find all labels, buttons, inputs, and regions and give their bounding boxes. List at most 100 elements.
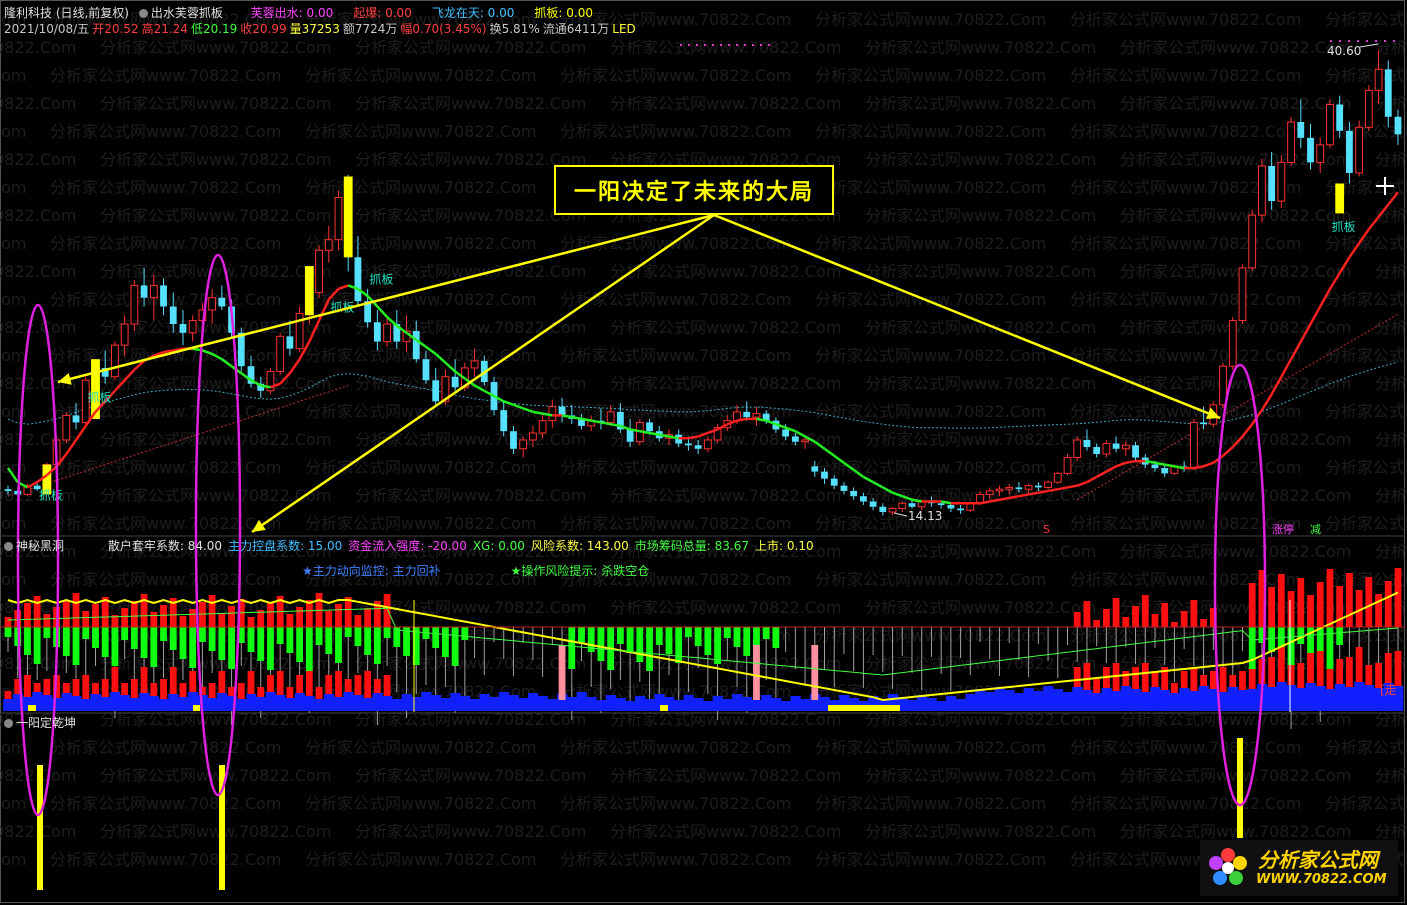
hist-blue-base bbox=[722, 699, 733, 711]
hist-blue-base bbox=[596, 700, 607, 711]
hist-red-low bbox=[1268, 657, 1276, 687]
collapse-icon[interactable] bbox=[4, 542, 13, 551]
panel3-header: 一阳定乾坤 bbox=[4, 715, 76, 731]
hist-green-down bbox=[4, 627, 12, 637]
hist-blue-base bbox=[712, 696, 723, 711]
candle-body bbox=[791, 436, 799, 442]
hist-red-low bbox=[208, 683, 216, 698]
hist-green-down bbox=[228, 627, 235, 669]
indicator-name[interactable]: 出水芙蓉抓板 bbox=[138, 6, 223, 20]
logo-name: 分析家公式网 bbox=[1258, 848, 1378, 872]
watermark-text: 分析家公式网www.70822.Com bbox=[1070, 290, 1301, 309]
hist-red-up bbox=[228, 606, 235, 627]
hist-blue-base bbox=[421, 692, 432, 711]
candle-body bbox=[752, 413, 761, 418]
candle-body bbox=[811, 466, 819, 472]
hist-green-down bbox=[62, 627, 70, 656]
hist-red-low bbox=[373, 679, 381, 693]
candle-body bbox=[1394, 116, 1402, 135]
hist-blue-base bbox=[916, 695, 928, 711]
watermark-text: 分析家公式网www.70822.Com bbox=[355, 766, 586, 785]
collapse-icon[interactable] bbox=[138, 9, 148, 18]
ma-short-segment bbox=[979, 500, 990, 505]
hist-red-low bbox=[101, 679, 109, 697]
hist-blue-base bbox=[994, 687, 1005, 711]
top-dot-mark bbox=[744, 44, 746, 46]
watermark-text: 分析家公式网www.70822.Com bbox=[865, 654, 1096, 673]
candle-body bbox=[869, 501, 877, 507]
ma-short-segment bbox=[1038, 489, 1049, 494]
candle-body bbox=[1355, 126, 1364, 174]
watermark-text: 分析家公式网www.70822.Com bbox=[1375, 374, 1407, 393]
hist-green-down bbox=[218, 627, 226, 660]
collapse-icon[interactable] bbox=[4, 719, 13, 728]
ma-short-segment bbox=[1067, 484, 1078, 489]
hist-green-down bbox=[335, 627, 342, 663]
hist-blue-base bbox=[411, 697, 422, 711]
hist-blue-base bbox=[1227, 687, 1239, 711]
hist-red-up bbox=[1268, 587, 1276, 627]
candle-body bbox=[626, 429, 634, 442]
hist-blue-base bbox=[1159, 690, 1171, 711]
hist-red-up bbox=[160, 605, 167, 627]
hist-blue-base bbox=[761, 695, 772, 711]
hist-red-up bbox=[354, 615, 362, 627]
watermark-text: 分析家公式网www.70822.Com bbox=[0, 150, 76, 169]
watermark-text: 分析家公式网www.70822.Com bbox=[50, 178, 281, 197]
watermark-text: 分析家公式网www.70822.Com bbox=[815, 626, 1046, 645]
hist-blue-base bbox=[1344, 687, 1355, 711]
hist-red-up bbox=[364, 608, 372, 627]
high-price-label: 40.60 bbox=[1327, 44, 1361, 58]
candle-body bbox=[218, 297, 226, 307]
hist-blue-base bbox=[790, 696, 801, 711]
watermark-text: 分析家公式网www.70822.Com bbox=[50, 738, 281, 757]
candle-body bbox=[1326, 103, 1334, 146]
watermark-text: 分析家公式网www.70822.Com bbox=[50, 458, 281, 477]
candle-body bbox=[1132, 445, 1139, 458]
hist-red-low bbox=[1093, 679, 1101, 693]
hist-red-up bbox=[1297, 578, 1305, 627]
hist-red-up bbox=[1375, 594, 1382, 627]
watermark-text: 分析家公式网www.70822.Com bbox=[815, 794, 1046, 813]
header-quote-item: 流通6411万 bbox=[542, 22, 610, 36]
candle-body bbox=[519, 439, 528, 450]
hist-blue-base bbox=[751, 700, 762, 711]
top-dot-mark bbox=[720, 44, 722, 46]
hist-blue-base bbox=[1033, 691, 1044, 711]
watermark-text: 分析家公式网www.70822.Com bbox=[305, 178, 536, 197]
hist-blue-base bbox=[314, 699, 325, 711]
hist-blue-base bbox=[683, 695, 694, 711]
watermark-text: 分析家公式网www.70822.Com bbox=[50, 66, 281, 85]
hist-blue-base bbox=[1150, 687, 1161, 711]
hist-red-up bbox=[325, 611, 333, 627]
watermark-text: 分析家公式网www.70822.Com bbox=[305, 794, 536, 813]
hist-red-low bbox=[364, 671, 372, 698]
candle-body bbox=[782, 429, 790, 437]
hist-blue-base bbox=[1072, 687, 1083, 711]
candle-body bbox=[1121, 444, 1130, 450]
hist-red-low bbox=[92, 683, 99, 694]
hist-red-low bbox=[1287, 665, 1295, 685]
hist-red-low bbox=[140, 667, 148, 693]
header-line-1: 隆利科技 (日线,前复权) 出水芙蓉抓板 芙蓉出水: 0.00 起爆: 0.00 飞… bbox=[4, 5, 619, 21]
hist-green-down bbox=[714, 627, 721, 664]
watermark-text: 分析家公式网www.70822.Com bbox=[1070, 794, 1301, 813]
hist-blue-base bbox=[255, 697, 267, 711]
hist-blue-base bbox=[353, 695, 364, 711]
hist-green-down bbox=[267, 627, 274, 670]
hist-green-down bbox=[568, 627, 576, 669]
watermark-text: 分析家公式网www.70822.Com bbox=[1325, 290, 1407, 309]
hist-blue-base bbox=[1062, 692, 1073, 711]
hist-red-low bbox=[43, 679, 51, 695]
candle-body bbox=[1024, 485, 1033, 490]
hist-blue-base bbox=[984, 692, 996, 711]
hist-red-up bbox=[1141, 595, 1149, 627]
header-quote-item: 高21.24 bbox=[141, 22, 188, 36]
hist-red-low bbox=[1239, 671, 1246, 690]
watermark-text: 分析家公式网www.70822.Com bbox=[610, 38, 841, 57]
ma-short-segment bbox=[610, 422, 621, 428]
site-logo[interactable]: 分析家公式网 WWW.70822.COM bbox=[1200, 840, 1398, 896]
candle-body bbox=[130, 284, 139, 325]
candle-body bbox=[1161, 468, 1169, 474]
watermark-text: 分析家公式网www.70822.Com bbox=[1120, 430, 1351, 449]
